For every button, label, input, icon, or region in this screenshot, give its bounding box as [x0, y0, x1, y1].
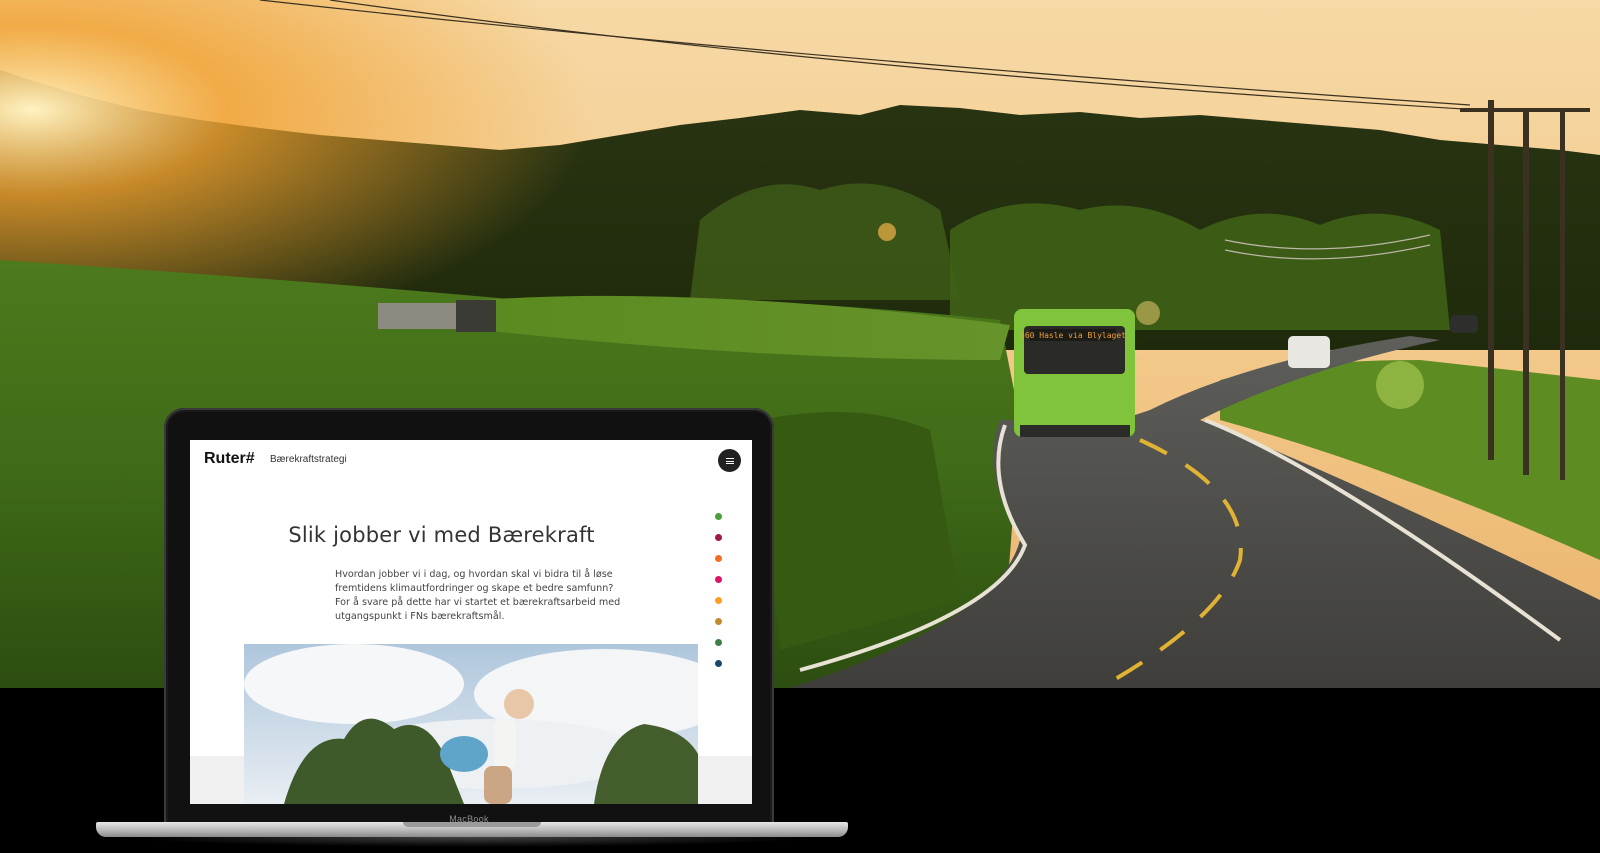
laptop-mockup: MacBook Ruter# Bærekraftstrategi Slik jo…	[96, 408, 848, 853]
hamburger-icon	[726, 458, 734, 460]
section-dot-6[interactable]	[715, 618, 722, 625]
section-dot-2[interactable]	[715, 534, 722, 541]
section-dot-3[interactable]	[715, 555, 722, 562]
site-nav: Ruter# Bærekraftstrategi	[190, 440, 752, 484]
section-dot-5[interactable]	[715, 597, 722, 604]
section-dot-7[interactable]	[715, 639, 722, 646]
page-headline: Slik jobber vi med Bærekraft	[288, 523, 595, 548]
laptop-screen: Ruter# Bærekraftstrategi Slik jobber vi …	[190, 440, 752, 804]
hamburger-icon-line	[726, 463, 734, 465]
laptop-notch	[403, 822, 541, 827]
nav-title[interactable]: Bærekraftstrategi	[270, 454, 347, 465]
section-dot-8[interactable]	[715, 660, 722, 667]
section-dot-nav	[715, 513, 723, 681]
section-dot-1[interactable]	[715, 513, 722, 520]
section-dot-4[interactable]	[715, 576, 722, 583]
bus-destination-display: 560 Hasle via Blylaget	[1020, 331, 1126, 340]
ruter-logo[interactable]: Ruter#	[204, 450, 255, 468]
bus: 560 Hasle via Blylaget	[1014, 309, 1135, 437]
menu-button[interactable]	[718, 449, 741, 472]
feature-photo	[244, 644, 698, 804]
laptop-shadow	[126, 837, 818, 847]
intro-paragraph: Hvordan jobber vi i dag, og hvordan skal…	[335, 568, 621, 622]
hamburger-icon-line	[726, 460, 734, 462]
